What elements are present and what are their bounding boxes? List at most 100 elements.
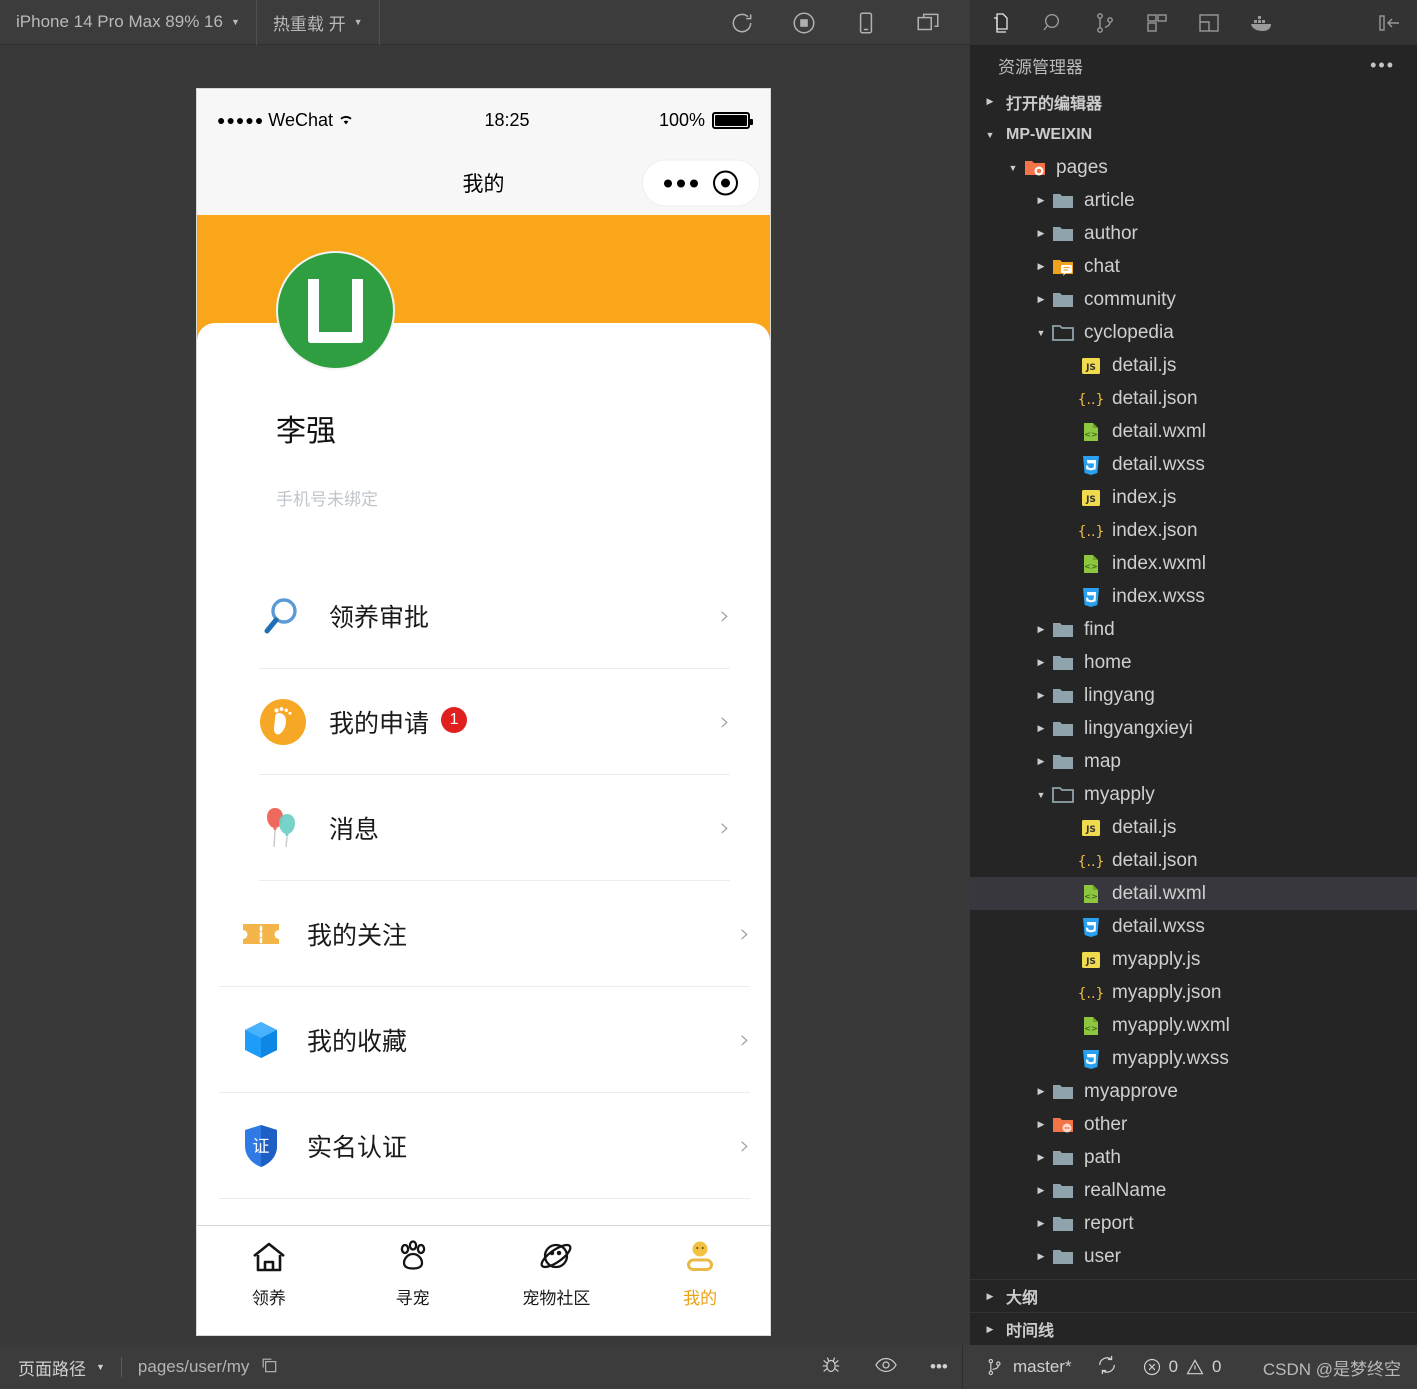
refresh-icon[interactable]	[729, 10, 755, 36]
chevron-right-icon[interactable]: ▶	[1032, 624, 1050, 635]
tree-item-label: index.wxss	[1112, 585, 1205, 607]
chevron-right-icon[interactable]: ▶	[1032, 1185, 1050, 1196]
tree-folder-row[interactable]: ▶ report	[970, 1207, 1417, 1240]
bug-icon[interactable]	[820, 1354, 842, 1381]
tree-folder-row[interactable]: ▼ cyclopedia	[970, 316, 1417, 349]
person-icon	[681, 1236, 719, 1278]
section-project[interactable]: ▼ MP-WEIXIN	[970, 118, 1417, 151]
tab-mine[interactable]: 我的	[628, 1236, 770, 1309]
tree-file-row[interactable]: myapply.wxss	[970, 1042, 1417, 1075]
menu-item-my-follows[interactable]: 我的关注 ›	[197, 881, 770, 987]
eye-icon[interactable]	[874, 1354, 898, 1381]
tree-file-row[interactable]: detail.wxss	[970, 910, 1417, 943]
files-explorer-icon[interactable]	[988, 10, 1014, 36]
section-open-editors[interactable]: ▶ 打开的编辑器	[970, 85, 1417, 118]
chevron-down-icon[interactable]: ▼	[1032, 790, 1050, 800]
tree-file-row[interactable]: JS detail.js	[970, 811, 1417, 844]
source-control-icon[interactable]	[1092, 10, 1118, 36]
chevron-right-icon: ▶	[986, 1290, 994, 1301]
tree-folder-row[interactable]: ▶ lingyangxieyi	[970, 712, 1417, 745]
capsule-close-icon[interactable]	[712, 170, 738, 196]
menu-item-my-application[interactable]: 我的申请 1 ›	[197, 669, 770, 775]
chevron-right-icon[interactable]: ▶	[1032, 261, 1050, 272]
tree-file-row[interactable]: <> detail.wxml	[970, 415, 1417, 448]
hotreload-selector[interactable]: 热重载 开 ▼	[257, 0, 380, 45]
layout-icon[interactable]	[1196, 10, 1222, 36]
chevron-right-icon[interactable]: ▶	[1032, 1251, 1050, 1262]
hotreload-label: 热重载 开	[272, 14, 346, 34]
tree-file-row[interactable]: {..} myapply.json	[970, 976, 1417, 1009]
wechat-capsule[interactable]	[642, 159, 760, 207]
device-icon[interactable]	[853, 10, 879, 36]
device-selector[interactable]: iPhone 14 Pro Max 89% 16 ▼	[0, 0, 257, 45]
tree-file-row[interactable]: {..} index.json	[970, 514, 1417, 547]
tree-folder-row[interactable]: ▶ article	[970, 184, 1417, 217]
section-outline[interactable]: ▶ 大纲	[970, 1279, 1417, 1312]
more-actions-icon[interactable]: •••	[1370, 55, 1395, 76]
menu-item-real-name-auth[interactable]: 证 实名认证 ›	[197, 1093, 770, 1199]
tree-folder-row[interactable]: ▶ realName	[970, 1174, 1417, 1207]
tree-file-row[interactable]: <> index.wxml	[970, 547, 1417, 580]
tree-file-row[interactable]: detail.wxss	[970, 448, 1417, 481]
tree-folder-row[interactable]: ▶ path	[970, 1141, 1417, 1174]
tree-folder-row[interactable]: ▶ find	[970, 613, 1417, 646]
chevron-right-icon[interactable]: ▶	[1032, 294, 1050, 305]
tree-file-row[interactable]: <> detail.wxml	[970, 877, 1417, 910]
tree-file-row[interactable]: {..} detail.json	[970, 844, 1417, 877]
stop-record-icon[interactable]	[791, 10, 817, 36]
tree-folder-row[interactable]: ▶ home	[970, 646, 1417, 679]
problems-indicator[interactable]: 0 0	[1142, 1357, 1222, 1377]
sync-icon[interactable]	[1096, 1354, 1118, 1381]
collapse-sidebar-icon[interactable]	[1377, 10, 1403, 36]
tree-folder-row[interactable]: ▼ pages	[970, 151, 1417, 184]
tree-folder-row[interactable]: ▶ user	[970, 1240, 1417, 1273]
page-path-group[interactable]: 页面路径 ▼ pages/user/my	[0, 1355, 279, 1380]
tree-folder-row[interactable]: ▶ other	[970, 1108, 1417, 1141]
tab-adoption[interactable]: 领养	[197, 1236, 341, 1309]
tree-folder-row[interactable]: ▶ author	[970, 217, 1417, 250]
avatar[interactable]	[276, 251, 395, 370]
menu-item-messages[interactable]: 消息 ›	[197, 775, 770, 881]
docker-icon[interactable]	[1248, 10, 1274, 36]
tab-find-pet[interactable]: 寻宠	[341, 1236, 485, 1309]
tree-folder-row[interactable]: ▶ community	[970, 283, 1417, 316]
tree-folder-row[interactable]: ▶ map	[970, 745, 1417, 778]
chevron-right-icon[interactable]: ▶	[1032, 195, 1050, 206]
chevron-right-icon[interactable]: ▶	[1032, 690, 1050, 701]
extensions-icon[interactable]	[1144, 10, 1170, 36]
copy-icon[interactable]	[259, 1355, 279, 1380]
tree-file-row[interactable]: <> myapply.wxml	[970, 1009, 1417, 1042]
tree-file-row[interactable]: index.wxss	[970, 580, 1417, 613]
search-icon[interactable]	[1040, 10, 1066, 36]
chevron-down-icon[interactable]: ▼	[1032, 328, 1050, 338]
tree-file-row[interactable]: JS myapply.js	[970, 943, 1417, 976]
branch-indicator[interactable]: master*	[985, 1357, 1072, 1377]
tree-folder-row[interactable]: ▶ lingyang	[970, 679, 1417, 712]
tree-item-label: path	[1084, 1146, 1121, 1168]
tree-folder-row[interactable]: ▶ chat	[970, 250, 1417, 283]
folder-chat-icon	[1050, 255, 1076, 279]
multi-window-icon[interactable]	[915, 10, 941, 36]
chevron-right-icon[interactable]: ▶	[1032, 756, 1050, 767]
chevron-right-icon[interactable]: ▶	[1032, 1119, 1050, 1130]
tree-file-row[interactable]: {..} detail.json	[970, 382, 1417, 415]
more-icon[interactable]: •••	[930, 1357, 948, 1377]
tree-item-label: detail.js	[1112, 354, 1177, 376]
chevron-right-icon[interactable]: ▶	[1032, 1152, 1050, 1163]
capsule-menu-icon[interactable]	[664, 179, 699, 187]
tree-folder-row[interactable]: ▼ myapply	[970, 778, 1417, 811]
chevron-right-icon[interactable]: ▶	[1032, 723, 1050, 734]
chevron-right-icon[interactable]: ▶	[1032, 1086, 1050, 1097]
section-timeline[interactable]: ▶ 时间线	[970, 1312, 1417, 1345]
page-path-value: pages/user/my	[137, 1357, 250, 1376]
chevron-down-icon[interactable]: ▼	[1004, 163, 1022, 173]
menu-item-adoption-approval[interactable]: 领养审批 ›	[197, 563, 770, 669]
menu-item-my-favorites[interactable]: 我的收藏 ›	[197, 987, 770, 1093]
tree-file-row[interactable]: JS detail.js	[970, 349, 1417, 382]
chevron-right-icon[interactable]: ▶	[1032, 657, 1050, 668]
chevron-right-icon[interactable]: ▶	[1032, 1218, 1050, 1229]
chevron-right-icon[interactable]: ▶	[1032, 228, 1050, 239]
tree-folder-row[interactable]: ▶ myapprove	[970, 1075, 1417, 1108]
tree-file-row[interactable]: JS index.js	[970, 481, 1417, 514]
tab-pet-community[interactable]: 宠物社区	[485, 1236, 629, 1309]
